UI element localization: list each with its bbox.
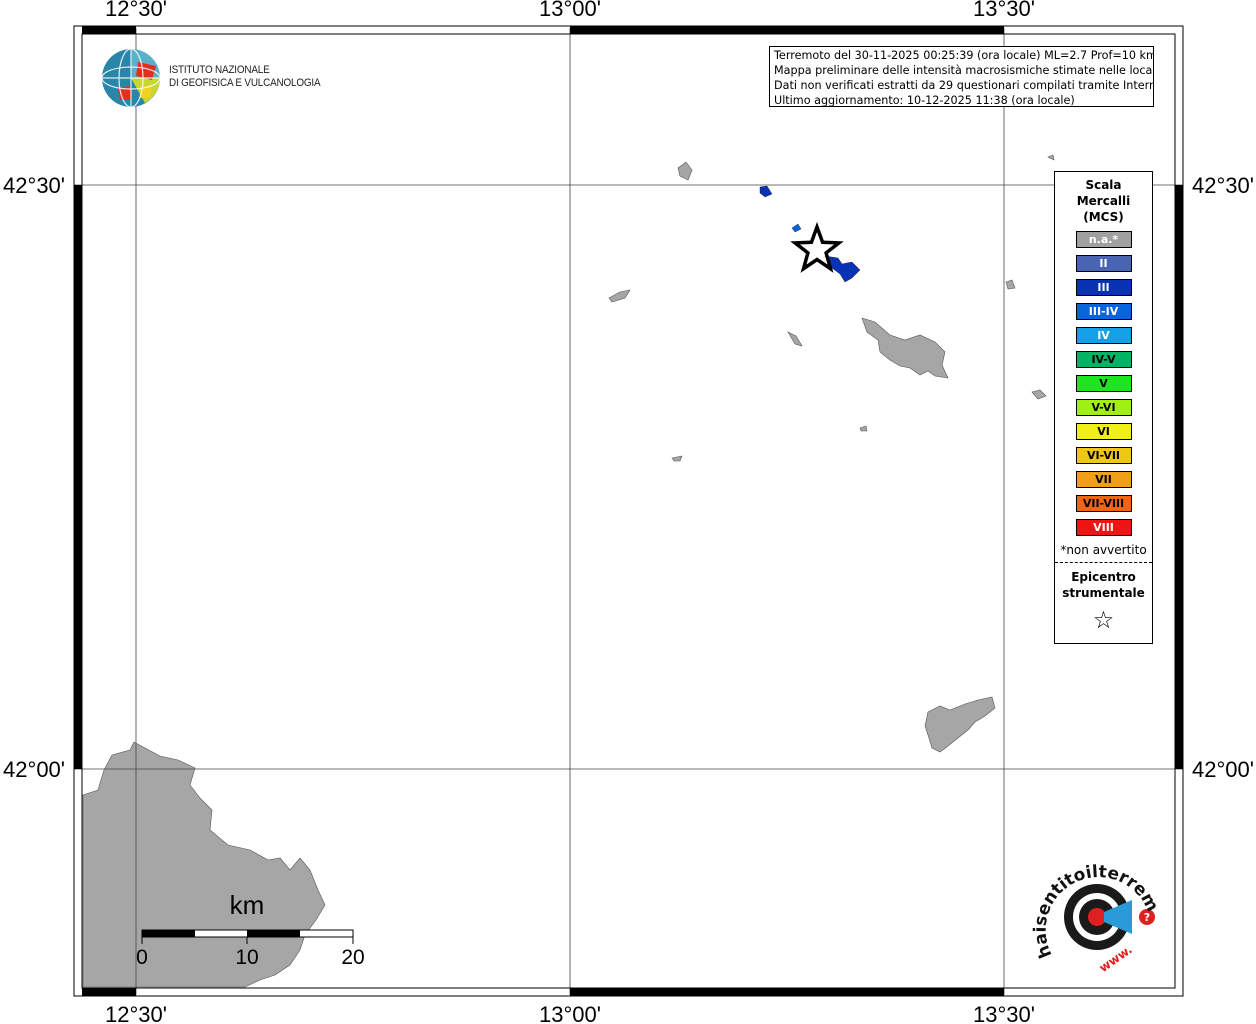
land-fragment-8 [1047,154,1055,161]
locality-iii-iv [791,223,802,233]
legend-swatch: V-VI [1075,399,1132,416]
lon-bottom-1: 12°30' [105,1002,167,1024]
legend-title-1: Scala [1085,178,1122,192]
locality-iii-north [759,185,773,198]
lon-top-3: 13°30' [973,0,1035,21]
legend-divider [1055,562,1152,563]
land-fragment-3 [787,331,803,347]
scale-tick-0: 0 [136,946,148,969]
lon-bottom-3: 13°30' [973,1002,1035,1024]
land-fragment-5 [859,425,868,432]
land-fragment-6 [1005,279,1016,290]
ingv-line-1: ISTITUTO NAZIONALE [169,64,270,76]
lat-left-1: 42°30' [3,173,65,198]
legend-swatch: VI [1075,423,1132,440]
land-fragment-1 [677,161,693,181]
legend-title-2: Mercalli [1076,194,1131,208]
lon-top-1: 12°30' [105,0,167,21]
scale-tick-20: 20 [341,946,364,969]
legend-swatch: II [1075,255,1132,272]
land-fragment-2 [608,289,631,303]
lat-left-2: 42°00' [3,757,65,782]
legend-swatch: III [1075,279,1132,296]
legend-swatch: VIII [1075,519,1132,536]
land-fragment-4 [671,455,683,462]
lon-bottom-2: 13°00' [539,1002,601,1024]
intensity-legend: Scala Mercalli (MCS) n.a.* II III III-IV IV I… [1054,171,1153,644]
land-southwest [82,741,326,988]
legend-swatch: IV-V [1075,351,1132,368]
land-areas [82,154,1055,988]
ingv-name: ISTITUTO NAZIONALE DI GEOFISICA E VULCAN… [169,64,321,90]
event-info-box: Terremoto del 30-11-2025 00:25:39 (ora l… [769,46,1154,107]
lon-top-2: 13°00' [539,0,601,21]
intensity-localities [759,185,861,283]
ingv-logo-icon [101,48,161,108]
legend-epicenter-title: Epicentro strumentale [1055,569,1152,601]
legend-title-3: (MCS) [1083,210,1124,224]
legend-title: Scala Mercalli (MCS) [1055,177,1152,225]
legend-swatch: IV [1075,327,1132,344]
ingv-line-2: DI GEOFISICA E VULCANOLOGIA [169,77,321,89]
scale-unit: km [230,890,265,920]
lat-right-2: 42°00' [1192,757,1254,782]
land-southeast [924,696,996,753]
legend-swatch: III-IV [1075,303,1132,320]
legend-epicenter-1: Epicentro [1071,570,1136,584]
legend-swatch: n.a.* [1075,231,1132,248]
legend-epicenter-2: strumentale [1062,586,1145,600]
legend-swatch: V [1075,375,1132,392]
event-info-line-2: Mappa preliminare delle intensità macros… [774,64,1154,77]
land-fragment-7 [1031,389,1047,400]
event-info-line-1: Terremoto del 30-11-2025 00:25:39 (ora l… [774,49,1154,62]
lat-right-1: 42°30' [1192,173,1254,198]
legend-swatch: VI-VII [1075,447,1132,464]
land-near-lake [861,317,949,379]
event-info-line-3: Dati non verificati estratti da 29 quest… [774,79,1154,92]
legend-swatch: VII-VIII [1075,495,1132,512]
legend-swatch: VII [1075,471,1132,488]
event-info-line-4: Ultimo aggiornamento: 10-12-2025 11:38 (… [774,94,1075,107]
legend-swatches: n.a.* II III III-IV IV IV-V V V-VI VI VI-VII VII VI… [1055,231,1152,536]
legend-na-note: *non avvertito [1060,543,1147,557]
scale-tick-10: 10 [235,946,258,969]
legend-star-icon: ☆ [1092,606,1115,634]
